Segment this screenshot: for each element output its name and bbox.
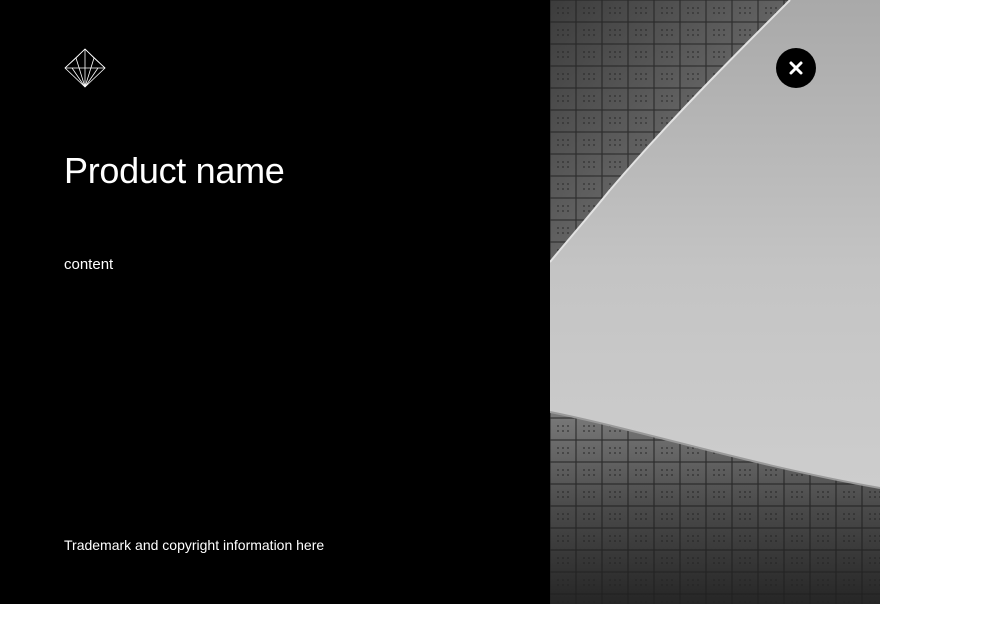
about-modal: Product name content Trademark and copyr…	[0, 0, 880, 604]
background-photo	[550, 0, 880, 604]
about-modal-image-panel	[550, 0, 880, 604]
about-modal-info-panel: Product name content Trademark and copyr…	[0, 0, 550, 604]
close-icon	[789, 61, 803, 75]
brand-logo-icon	[64, 48, 106, 88]
close-button[interactable]	[776, 48, 816, 88]
product-title: Product name	[64, 150, 285, 191]
trademark-text: Trademark and copyright information here	[64, 537, 325, 553]
about-content: content	[64, 256, 114, 273]
